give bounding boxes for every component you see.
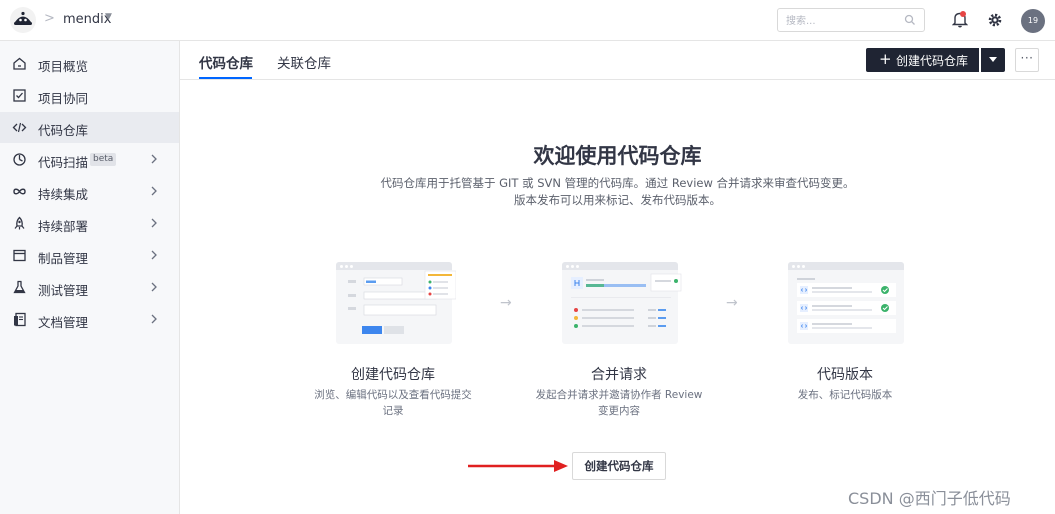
sidebar-item-label: 文档管理 [38, 315, 89, 330]
step-description-line: 发起合并请求并邀请协作者 Review [535, 389, 703, 401]
top-bar: > mendix ▼ 19 [0, 0, 1055, 41]
step-description-line: 变更内容 [598, 405, 640, 417]
step-description: 发布、标记代码版本 [755, 387, 935, 403]
welcome-description: 代码仓库用于托管基于 GIT 或 SVN 管理的代码库。通过 Review 合并… [180, 175, 1055, 209]
sidebar-item-ci[interactable]: 持续集成 [0, 176, 179, 207]
sidebar-item-label: 代码扫描 [38, 155, 89, 170]
chevron-down-icon[interactable]: ▼ [105, 12, 112, 22]
sidebar-item-label: 代码仓库 [38, 123, 89, 138]
breadcrumb-separator-icon: > [44, 11, 55, 26]
version-list-illustration [797, 278, 896, 333]
step-title: 合并请求 [591, 367, 647, 383]
beta-badge: beta [90, 153, 117, 166]
watermark: CSDN @西门子低代码 [848, 489, 1011, 508]
notification-dot [960, 11, 966, 17]
sidebar-item-label: 持续部署 [38, 219, 89, 234]
sidebar-item-testing[interactable]: 测试管理 [0, 272, 179, 303]
sidebar-item-label: 项目协同 [38, 91, 89, 106]
sidebar-item-cd[interactable]: 持续部署 [0, 208, 179, 239]
package-icon [13, 249, 26, 262]
sidebar-item-overview[interactable]: 项目概览 [0, 48, 179, 79]
home-icon [13, 57, 26, 70]
search-input[interactable] [786, 13, 896, 29]
step-title: 代码版本 [817, 367, 873, 383]
step-title: 创建代码仓库 [351, 367, 435, 383]
plus-icon: + [879, 50, 892, 68]
sidebar-item-collaboration[interactable]: 项目协同 [0, 80, 179, 111]
rocket-icon [14, 216, 25, 230]
chevron-right-icon [151, 314, 157, 324]
sidebar: 项目概览 项目协同 代码仓库 代码扫描 beta 持续集成 持续部署 制品管理 … [0, 41, 180, 514]
sidebar-item-label: 制品管理 [38, 251, 89, 266]
sidebar-item-label: 持续集成 [38, 187, 89, 202]
chevron-right-icon [151, 218, 157, 228]
sidebar-item-artifacts[interactable]: 制品管理 [0, 240, 179, 271]
logo-icon [14, 11, 32, 25]
chevron-right-icon [151, 186, 157, 196]
chevron-right-icon [151, 282, 157, 292]
create-repo-cta-button[interactable]: 创建代码仓库 [572, 452, 666, 480]
step-description-line: 发布、标记代码版本 [797, 389, 893, 401]
sidebar-item-code-repo[interactable]: 代码仓库 [0, 112, 179, 143]
code-icon [12, 122, 27, 133]
infinity-icon [13, 188, 26, 195]
repo-form-illustration [348, 270, 456, 334]
sidebar-item-label: 项目概览 [38, 59, 89, 74]
checkbox-icon [13, 89, 26, 102]
code-version-illustration [788, 262, 904, 344]
step-description: 发起合并请求并邀请协作者 Review 变更内容 [524, 387, 714, 419]
flask-icon [13, 280, 26, 294]
arrow-right-icon: → [726, 295, 738, 311]
step-description: 浏览、编辑代码以及查看代码提交 记录 [303, 387, 483, 419]
create-repo-button-label: 创建代码仓库 [896, 54, 969, 68]
welcome-description-line: 代码仓库用于托管基于 GIT 或 SVN 管理的代码库。通过 Review 合并… [380, 176, 855, 190]
arrow-right-icon: → [500, 295, 512, 311]
gear-icon[interactable] [987, 12, 1003, 28]
active-tab-indicator [199, 77, 252, 79]
sidebar-item-docs[interactable]: 文档管理 [0, 304, 179, 335]
welcome-title: 欢迎使用代码仓库 [533, 144, 702, 168]
create-repo-dropdown-button[interactable] [981, 48, 1005, 72]
avatar[interactable]: 19 [1021, 9, 1045, 33]
step-description-line: 记录 [382, 405, 404, 417]
tab-linked-repo[interactable]: 关联仓库 [277, 52, 331, 72]
sidebar-item-code-scan[interactable]: 代码扫描 beta [0, 144, 179, 175]
chevron-right-icon [151, 154, 157, 164]
step-description-line: 浏览、编辑代码以及查看代码提交 [314, 389, 472, 401]
search-icon [904, 14, 915, 25]
logo[interactable] [10, 7, 36, 33]
caret-down-icon [989, 57, 997, 62]
search-box[interactable] [777, 8, 925, 32]
welcome-description-line: 版本发布可以用来标记、发布代码版本。 [514, 193, 721, 207]
chevron-right-icon [151, 250, 157, 260]
merge-request-illustration [562, 262, 682, 344]
tab-code-repo[interactable]: 代码仓库 [199, 52, 253, 72]
create-repo-illustration [336, 262, 456, 344]
sidebar-item-label: 测试管理 [38, 283, 89, 298]
create-repo-button[interactable]: + 创建代码仓库 [866, 48, 979, 72]
book-icon [14, 312, 26, 327]
annotation-arrow-icon [468, 460, 568, 472]
scan-icon [13, 153, 26, 166]
more-button[interactable]: ··· [1015, 48, 1039, 72]
merge-list-illustration [571, 273, 682, 328]
